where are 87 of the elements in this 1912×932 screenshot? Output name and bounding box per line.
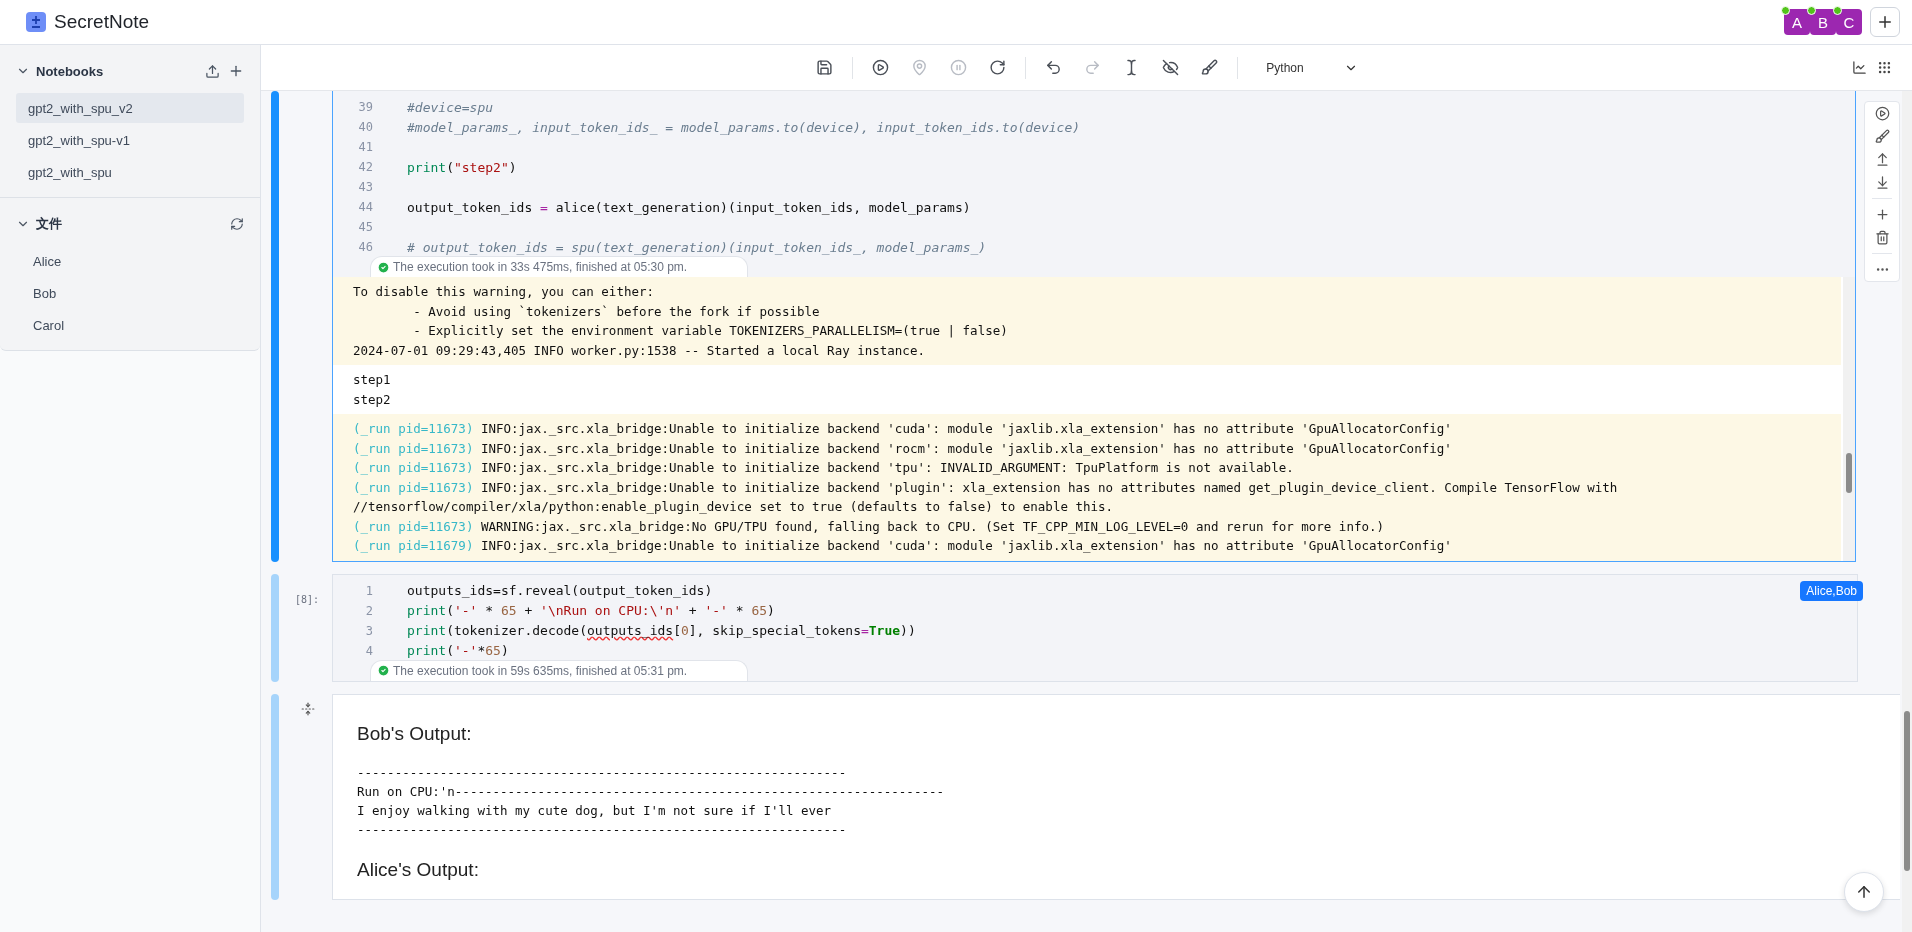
refresh-button[interactable]	[230, 217, 244, 231]
upload-button[interactable]	[205, 63, 220, 79]
output-line: (_run pid=11673) INFO:jax._src.xla_bridge:Unable to initialize backend 'plugin': xla_extension has no attributes named get_plugin_device_client. Compile TensorFlow with	[353, 478, 1619, 497]
notebook-item[interactable]: gpt2_with_spu_v2	[16, 93, 244, 123]
output-line: (_run pid=11679) INFO:jax._src.xla_bridge:Unable to initialize backend 'cuda': module 'jaxlib.xla_extension' has no attribute 'GpuAllocatorConfig'	[353, 537, 1453, 555]
pause-icon	[950, 59, 968, 76]
file-item[interactable]: Bob	[16, 278, 244, 308]
output-line: //tensorflow/compiler/xla/python:enable_plugin_device set to true (defaults to false) to enable this.	[353, 498, 1115, 516]
brush-icon[interactable]	[1874, 129, 1890, 144]
line-number: 4	[364, 643, 373, 658]
output-line: step2	[353, 390, 392, 409]
section-title: Notebooks	[36, 63, 105, 79]
line-number: 46	[357, 240, 373, 254]
execution-status: The execution took in 33s 475ms, finished at 05:30 pm.	[370, 256, 749, 277]
line-number: 40	[357, 120, 373, 134]
chart-icon[interactable]	[1852, 60, 1867, 75]
code-line: outputs_ids=sf.reveal(output_token_ids)	[407, 583, 713, 598]
code-line: print("step2")	[407, 159, 517, 175]
grid-icon[interactable]	[1877, 60, 1892, 75]
code-line: print(tokenizer.decode(outputs_ids[0], skip_special_tokens=True))	[407, 623, 916, 638]
output-line: 2024-07-01 09:29:43,405 INFO worker.py:1538 -- Started a local Ray instance.	[353, 341, 926, 360]
scrollbar[interactable]	[1843, 277, 1855, 561]
execution-count: [8]:	[295, 593, 320, 607]
line-number: 39	[357, 100, 373, 114]
line-number: 45	[357, 220, 373, 234]
output-line: (_run pid=11673) WARNING:jax._src.xla_bridge:No GPU/TPU found, falling back to CPU. (Set TF_CPP_MIN_LOG_LEVEL=0 and rerun for more info.)	[353, 517, 1386, 536]
output-line: To disable this warning, you can either:	[353, 283, 656, 301]
run-icon	[872, 59, 890, 76]
code-line: print('-'*65)	[407, 643, 509, 658]
upload-icon	[205, 63, 220, 79]
code-line: output_token_ids = alice(text_generation)(input_token_ids, model_params)	[407, 199, 971, 215]
output-heading: Bob's Output:	[357, 722, 473, 745]
restart-icon	[989, 59, 1007, 76]
line-number: 42	[357, 160, 373, 174]
pin-icon	[911, 59, 929, 76]
line-number: 41	[357, 140, 373, 154]
output-line: - Explicitly set the environment variable TOKENIZERS_PARALLELISM=(true | false)	[412, 322, 1009, 340]
file-item[interactable]: Alice	[16, 246, 244, 276]
line-number: 1	[364, 583, 373, 598]
run-icon[interactable]	[1874, 106, 1890, 121]
undo-icon	[1045, 59, 1063, 76]
output-line: (_run pid=11673) INFO:jax._src.xla_bridge:Unable to initialize backend 'rocm': module 'jaxlib.xla_extension' has no attribute 'GpuAllocatorConfig'	[353, 439, 1453, 458]
add-button[interactable]	[228, 63, 244, 79]
collaborator-badge: Alice,Bob	[1800, 580, 1863, 601]
user-avatar[interactable]: A	[1784, 9, 1810, 35]
line-number: 3	[364, 623, 373, 638]
section-title: 文件	[36, 215, 63, 233]
add-icon[interactable]	[1874, 207, 1890, 222]
output-heading: Alice's Output:	[357, 858, 480, 881]
line-number: 44	[357, 200, 373, 214]
user-avatar[interactable]: B	[1810, 9, 1836, 35]
code-line: #model_params_, input_token_ids_ = model_params.to(device), input_token_ids.to(device)	[407, 119, 1081, 135]
notebook-item[interactable]: gpt2_with_spu	[16, 157, 244, 187]
save-icon	[816, 59, 834, 76]
user-avatar[interactable]: C	[1836, 9, 1862, 35]
app-logo	[26, 12, 46, 32]
code-cell[interactable]	[332, 91, 1856, 562]
execution-status: The execution took in 59s 635ms, finished at 05:31 pm.	[370, 659, 749, 681]
refresh-icon	[230, 217, 244, 231]
redo-icon	[1084, 59, 1102, 76]
page-scrollbar[interactable]	[1902, 91, 1912, 932]
delete-icon[interactable]	[1874, 230, 1890, 245]
success-icon	[377, 260, 390, 274]
eye-off-icon	[1162, 59, 1180, 76]
code-line: #device=spu	[407, 99, 494, 115]
output-line: -----------------------------------------------------------------	[357, 763, 848, 782]
notebook-item[interactable]: gpt2_with_spu-v1	[16, 125, 244, 155]
plus-icon	[228, 63, 244, 79]
output-line: (_run pid=11673) INFO:jax._src.xla_bridge:Unable to initialize backend 'tpu': INVALID_ARGUMENT: TpuPlatform is not available.	[353, 459, 1295, 477]
output-line: step1	[353, 371, 392, 389]
output-line: - Avoid using `tokenizers` before the fork if possible	[412, 302, 821, 321]
collapse-icon[interactable]	[301, 701, 315, 716]
output-line: I enjoy walking with my cute dog, but I'm not sure if I'll ever	[357, 801, 833, 820]
brush-icon	[1201, 59, 1219, 76]
file-item[interactable]: Carol	[16, 310, 244, 340]
add-button[interactable]	[1870, 7, 1900, 37]
line-number: 43	[357, 180, 373, 194]
code-line: print('-' * 65 + '\nRun on CPU:\'n' + '-' * 65)	[407, 603, 775, 618]
success-icon	[377, 664, 390, 677]
language-select[interactable]: Python	[1256, 56, 1368, 79]
output-line: Run on CPU:'n-----------------------------------------------------------------	[357, 782, 945, 801]
code-line: # output_token_ids = spu(text_generation)(input_token_ids_, model_params_)	[407, 239, 987, 255]
plus-icon	[1876, 13, 1894, 31]
line-number: 2	[364, 603, 373, 618]
output-line: -----------------------------------------------------------------	[357, 820, 848, 839]
app-title: SecretNote	[54, 11, 150, 33]
output-line: (_run pid=11673) INFO:jax._src.xla_bridge:Unable to initialize backend 'cuda': module 'jaxlib.xla_extension' has no attribute 'GpuAllocatorConfig'	[353, 420, 1453, 438]
